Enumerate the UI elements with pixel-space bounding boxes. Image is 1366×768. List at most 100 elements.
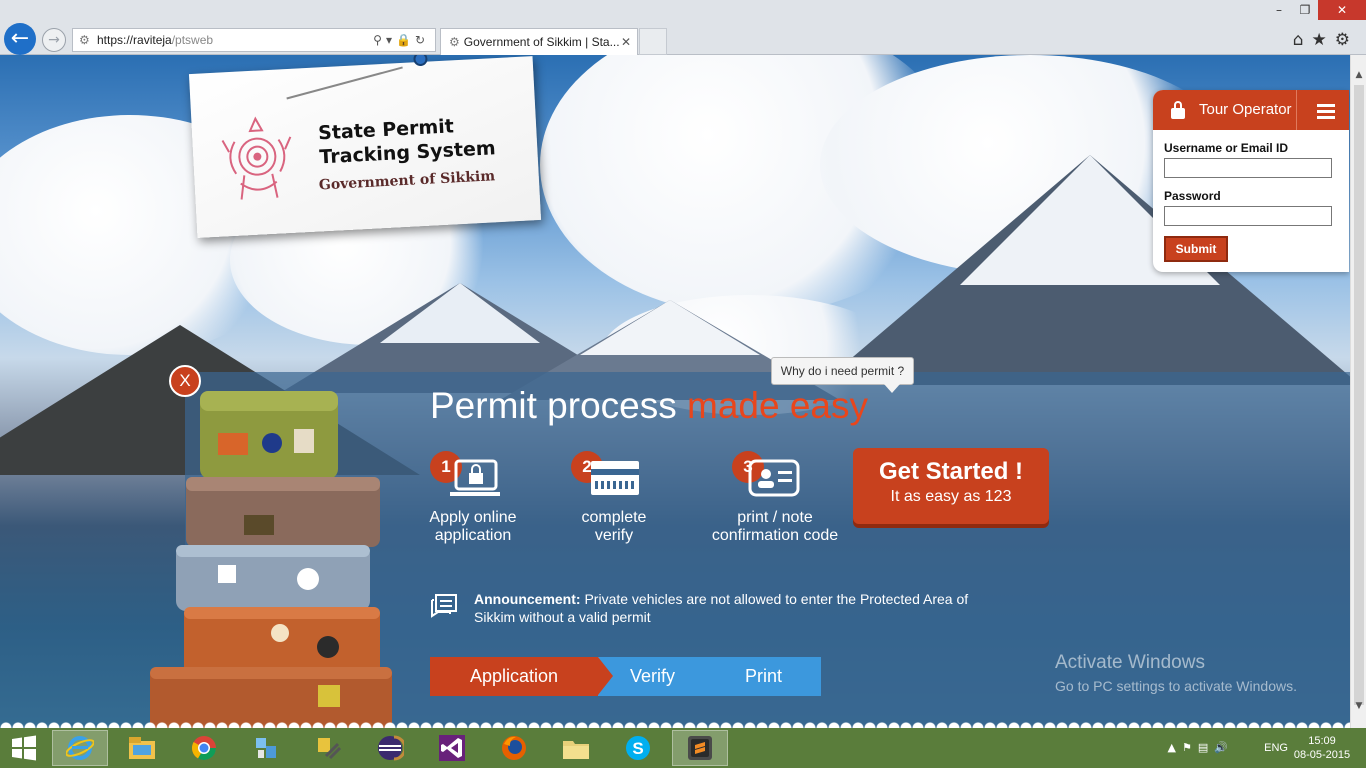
id-card-icon [748, 459, 800, 497]
flow-chevron [715, 657, 730, 695]
get-started-button[interactable]: Get Started ! It as easy as 123 [853, 448, 1049, 524]
browser-toolbar-icons: ⌂★⚙ [1293, 30, 1358, 50]
watermark-line2: Go to PC settings to activate Windows. [1055, 678, 1297, 694]
scalloped-edge [0, 719, 1350, 728]
get-started-title: Get Started ! [878, 458, 1024, 485]
flow-step-application[interactable]: Application [430, 657, 598, 696]
new-tab-button[interactable] [639, 28, 667, 55]
banner-close-button[interactable]: X [169, 365, 201, 397]
network-icon [256, 738, 276, 758]
step-caption: print / note confirmation code [690, 509, 860, 545]
taskbar-firefox[interactable] [486, 730, 542, 766]
banner-headline: Permit process made easy [430, 385, 868, 427]
step-caption-line2: confirmation code [711, 527, 839, 544]
step-caption: complete verify [529, 509, 699, 545]
taskbar-network-app[interactable] [238, 730, 294, 766]
svg-text:S: S [632, 739, 643, 758]
minimize-button[interactable]: – [1266, 0, 1292, 20]
search-icon[interactable]: ⚲ [373, 33, 386, 47]
tools-icon [318, 738, 342, 760]
window-controls: – ❐ ✕ [1266, 0, 1366, 20]
lock-monitor-icon [450, 459, 500, 496]
scroll-up-icon[interactable]: ▲ [1351, 67, 1366, 83]
tab-close-icon[interactable]: ✕ [621, 29, 631, 55]
skype-icon: S [626, 736, 650, 760]
taskbar-visual-studio[interactable] [424, 730, 480, 766]
forward-arrow-icon: → [48, 32, 60, 48]
taskbar-internet-explorer[interactable] [52, 730, 108, 766]
why-permit-tooltip[interactable]: Why do i need permit ? [771, 357, 914, 393]
scroll-thumb[interactable] [1354, 85, 1364, 705]
clock-time: 15:09 [1308, 735, 1336, 747]
taskbar-eclipse[interactable] [362, 730, 418, 766]
start-button[interactable] [0, 730, 48, 766]
page-viewport: State Permit Tracking System Government … [0, 55, 1350, 728]
password-label: Password [1164, 189, 1221, 203]
chrome-icon [191, 736, 216, 761]
announcement-text: Announcement: Private vehicles are not a… [474, 590, 974, 626]
settings-gear-icon[interactable]: ⚙ [1335, 30, 1358, 50]
logo-subtitle: Government of Sikkim [318, 168, 496, 194]
show-hidden-icon[interactable]: ▲ [1168, 741, 1182, 754]
pushpin-icon [413, 55, 428, 67]
start-icon [12, 735, 36, 761]
step-caption-line2: application [434, 527, 512, 544]
password-input[interactable] [1164, 206, 1332, 226]
lock-icon[interactable]: 🔒 [396, 33, 415, 47]
back-arrow-icon: ← [10, 26, 30, 51]
taskbar-sublime-text[interactable] [672, 730, 728, 766]
restore-button[interactable]: ❐ [1292, 0, 1318, 20]
tab-active[interactable]: ⚙ Government of Sikkim | Sta... ✕ [440, 28, 638, 55]
tab-page-icon: ⚙ [449, 35, 460, 49]
vertical-scrollbar[interactable]: ▲ ▼ [1350, 55, 1366, 728]
address-url[interactable]: https://raviteja/ptsweb [97, 29, 213, 51]
tab-title: Government of Sikkim | Sta... [463, 35, 620, 49]
announcement-label: Announcement: [474, 591, 581, 607]
username-input[interactable] [1164, 158, 1332, 178]
step-caption-line1: print / note [737, 509, 813, 526]
sikkim-emblem-icon [221, 116, 292, 200]
headline-accent: made easy [687, 385, 869, 426]
taskbar-file-explorer[interactable] [114, 730, 170, 766]
firefox-icon [502, 736, 526, 760]
action-center-flag-icon[interactable]: ⚑ [1182, 741, 1198, 754]
login-panel: Tour Operator Username or Email ID Passw… [1153, 90, 1349, 272]
suitcases-illustration [150, 391, 392, 728]
step-print[interactable]: 3 print / note confirmation code [690, 447, 860, 547]
pin-needle [286, 66, 403, 100]
submit-button[interactable]: Submit [1164, 236, 1228, 262]
flow-chevron [598, 657, 613, 695]
taskbar-folder[interactable] [548, 730, 604, 766]
sublime-text-icon [688, 736, 712, 760]
input-language[interactable]: ENG [1264, 742, 1288, 754]
folder-icon [563, 741, 589, 759]
step-caption-line2: verify [594, 527, 634, 544]
taskbar-tools-app[interactable] [300, 730, 356, 766]
refresh-icon[interactable]: ↻ [415, 33, 429, 47]
logo-card[interactable]: State Permit Tracking System Government … [188, 55, 542, 238]
step-verify[interactable]: 2 complete verify [529, 447, 699, 547]
headline-text: Permit process [430, 385, 688, 426]
favorites-star-icon[interactable]: ★ [1312, 30, 1335, 50]
step-caption-line1: Apply online [429, 509, 517, 526]
home-icon[interactable]: ⌂ [1293, 30, 1312, 50]
role-selector[interactable]: Tour Operator [1199, 90, 1292, 130]
taskbar-chrome[interactable] [176, 730, 232, 766]
logo-title: State Permit Tracking System [317, 115, 497, 169]
menu-icon[interactable] [1317, 104, 1335, 119]
header-divider [1296, 90, 1297, 130]
volume-icon[interactable]: 🔊 [1214, 741, 1234, 754]
scroll-down-icon[interactable]: ▼ [1351, 698, 1366, 714]
eclipse-icon [378, 735, 404, 761]
network-status-icon[interactable]: ▤ [1198, 741, 1214, 754]
taskbar-skype[interactable]: S [610, 730, 666, 766]
back-button[interactable]: ← [4, 23, 36, 55]
clock[interactable]: 15:09 08-05-2015 [1292, 734, 1352, 762]
forward-button[interactable]: → [42, 28, 66, 52]
get-started-subtitle: It as easy as 123 [890, 488, 1012, 505]
address-bar[interactable]: ⚙ https://raviteja/ptsweb ⚲▾🔒↻ [72, 28, 436, 52]
step-caption-line1: complete [581, 509, 647, 526]
dropdown-icon[interactable]: ▾ [386, 33, 396, 47]
page-icon: ⚙ [79, 33, 90, 47]
window-close-button[interactable]: ✕ [1318, 0, 1366, 20]
